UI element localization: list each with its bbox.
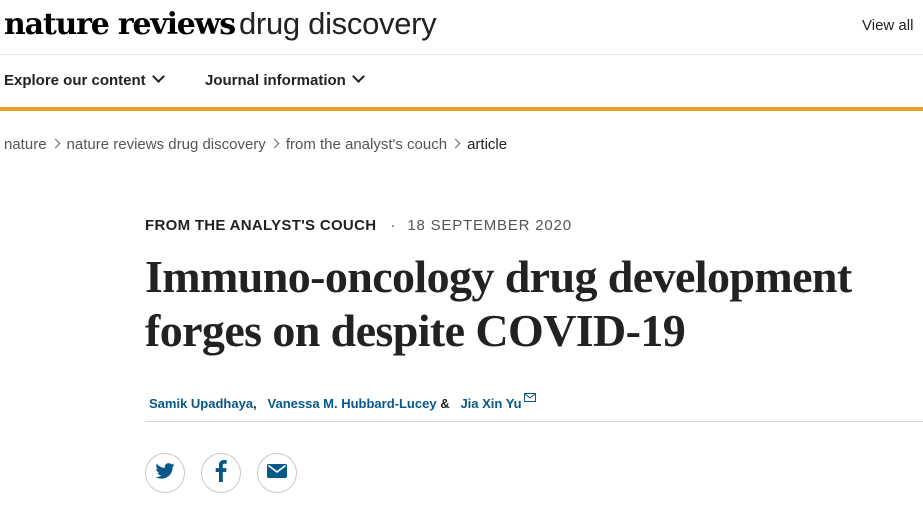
author-link[interactable]: Vanessa M. Hubbard-Lucey <box>268 396 437 411</box>
share-facebook-button[interactable] <box>201 453 241 493</box>
logo-journal-name: drug discovery <box>238 6 437 41</box>
author-link[interactable]: Jia Xin Yu <box>460 396 521 411</box>
chevron-down-icon <box>151 70 165 83</box>
share-twitter-button[interactable] <box>145 453 185 493</box>
chevron-right-icon <box>450 138 461 149</box>
corresponding-author-mail-icon[interactable] <box>523 390 536 405</box>
nav-explore-label: Explore our content <box>4 72 146 89</box>
article-title: Immuno-oncology drug development forges … <box>145 250 923 358</box>
journal-logo[interactable]: nature reviews drug discovery <box>4 4 437 45</box>
chevron-down-icon <box>351 70 365 83</box>
divider <box>145 421 923 422</box>
view-all-journals-link[interactable]: View all <box>862 17 913 34</box>
publication-date: 18 SEPTEMBER 2020 <box>407 217 572 234</box>
title-line-1: Immuno-oncology drug development <box>145 251 852 302</box>
chevron-right-icon <box>269 138 280 149</box>
article-meta: FROM THE ANALYST'S COUCH · 18 SEPTEMBER 20… <box>145 217 572 234</box>
chevron-right-icon <box>50 138 60 149</box>
email-icon <box>267 463 287 483</box>
breadcrumb-nature[interactable]: nature <box>4 136 47 153</box>
breadcrumb-section[interactable]: from the analyst's couch <box>286 136 447 153</box>
title-line-2: forges on despite COVID-19 <box>145 305 686 356</box>
article-type: FROM THE ANALYST'S COUCH <box>145 217 377 234</box>
facebook-icon <box>215 459 227 487</box>
masthead: nature reviews drug discovery View all <box>0 0 923 55</box>
author-separator: & <box>440 396 450 411</box>
author-list: Samik Upadhaya, Vanessa M. Hubbard-Lucey… <box>149 393 536 411</box>
main-nav: Explore our content Journal information <box>0 55 923 111</box>
author-separator: , <box>253 396 257 411</box>
breadcrumb: nature nature reviews drug discovery from … <box>4 136 507 153</box>
nav-explore-our-content[interactable]: Explore our content <box>4 70 165 89</box>
breadcrumb-journal[interactable]: nature reviews drug discovery <box>67 136 266 153</box>
twitter-icon <box>155 462 175 484</box>
logo-brand: nature reviews <box>4 7 236 42</box>
breadcrumb-current: article <box>467 136 508 153</box>
meta-separator: · <box>390 217 396 234</box>
nav-journal-information[interactable]: Journal information <box>205 70 365 89</box>
author-link[interactable]: Samik Upadhaya <box>149 396 253 411</box>
nav-journal-info-label: Journal information <box>205 72 346 89</box>
share-email-button[interactable] <box>257 453 297 493</box>
